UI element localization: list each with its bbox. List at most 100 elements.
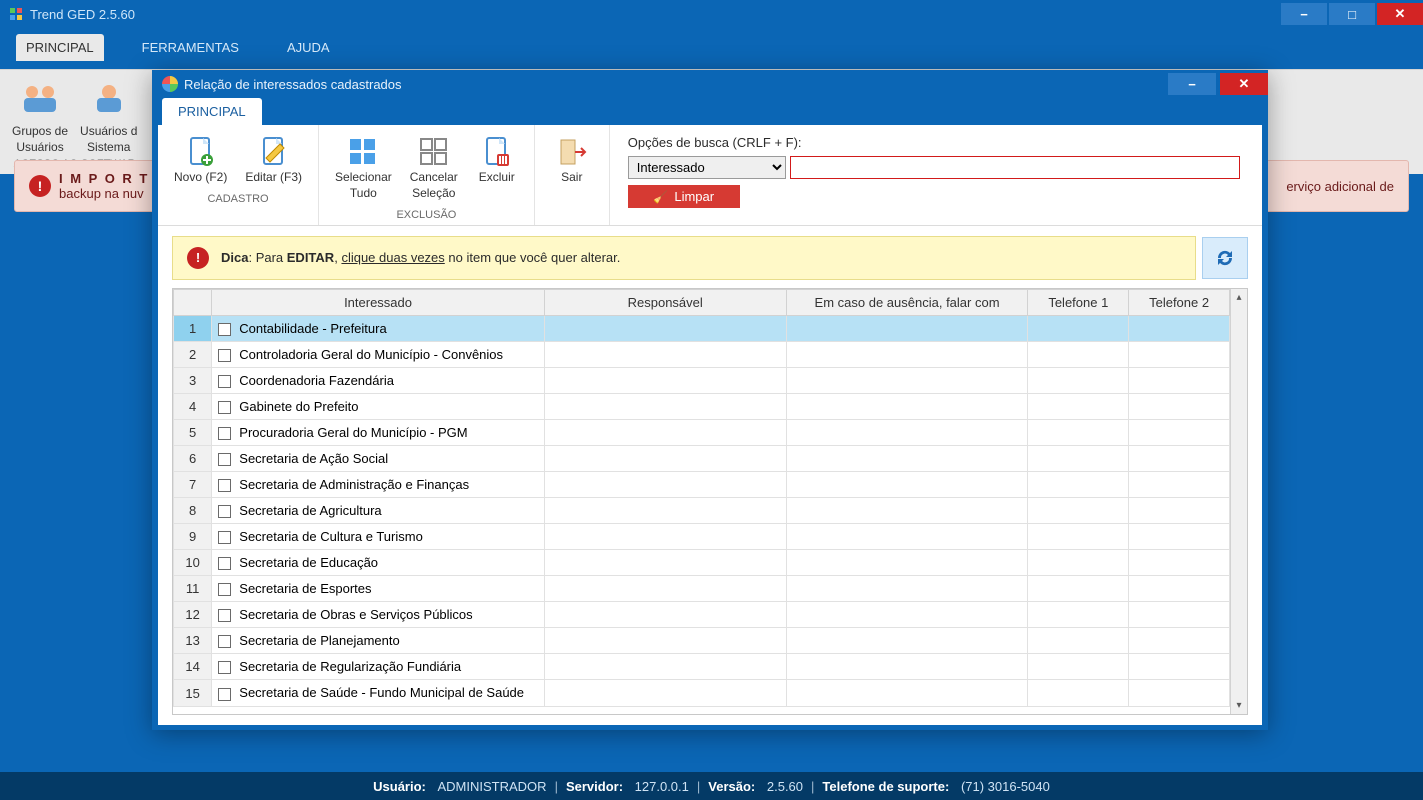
scroll-up-icon[interactable]: ▴ — [1231, 289, 1247, 306]
dialog-tab-principal[interactable]: PRINCIPAL — [162, 98, 262, 125]
row-checkbox[interactable] — [218, 583, 231, 596]
tab-ferramentas[interactable]: FERRAMENTAS — [132, 34, 249, 61]
ribbon-btn-usuarios-l2: Sistema — [80, 140, 137, 154]
dialog-minimize-button[interactable]: − — [1168, 73, 1216, 95]
search-field-select[interactable]: Interessado — [628, 156, 786, 179]
cell-telefone1 — [1028, 341, 1129, 367]
cell-ausencia — [786, 680, 1028, 706]
row-checkbox[interactable] — [218, 688, 231, 701]
cell-ausencia — [786, 367, 1028, 393]
exit-icon — [557, 135, 587, 169]
interessados-table[interactable]: Interessado Responsável Em caso de ausên… — [173, 289, 1230, 707]
novo-button[interactable]: Novo (F2) — [168, 133, 233, 187]
table-row[interactable]: 8Secretaria de Agricultura — [174, 498, 1230, 524]
cell-ausencia — [786, 576, 1028, 602]
cell-telefone1 — [1028, 419, 1129, 445]
cell-interessado: Secretaria de Cultura e Turismo — [212, 524, 545, 550]
col-interessado[interactable]: Interessado — [212, 289, 545, 315]
row-checkbox[interactable] — [218, 349, 231, 362]
cell-telefone1 — [1028, 471, 1129, 497]
ribbon-btn-grupos-l1: Grupos de — [12, 124, 68, 138]
tip-link[interactable]: clique duas vezes — [341, 250, 444, 265]
table-row[interactable]: 5Procuradoria Geral do Município - PGM — [174, 419, 1230, 445]
row-checkbox[interactable] — [218, 453, 231, 466]
cell-telefone1 — [1028, 576, 1129, 602]
main-maximize-button[interactable]: □ — [1329, 3, 1375, 25]
row-checkbox[interactable] — [218, 661, 231, 674]
cell-telefone2 — [1129, 367, 1230, 393]
cell-interessado: Contabilidade - Prefeitura — [212, 315, 545, 341]
broom-icon: 🧹 — [653, 190, 668, 204]
app-icon — [8, 6, 24, 22]
dialog-close-button[interactable]: ✕ — [1220, 73, 1268, 95]
cell-ausencia — [786, 524, 1028, 550]
table-row[interactable]: 7Secretaria de Administração e Finanças — [174, 471, 1230, 497]
col-responsavel[interactable]: Responsável — [544, 289, 786, 315]
search-input[interactable] — [790, 156, 1240, 179]
deselect-all-icon — [419, 135, 449, 169]
table-row[interactable]: 11Secretaria de Esportes — [174, 576, 1230, 602]
dialog-title: Relação de interessados cadastrados — [184, 77, 402, 92]
selecionar-tudo-button[interactable]: Selecionar Tudo — [329, 133, 398, 203]
col-telefone2[interactable]: Telefone 2 — [1129, 289, 1230, 315]
main-menubar: PRINCIPAL FERRAMENTAS AJUDA — [0, 28, 1423, 69]
table-row[interactable]: 12Secretaria de Obras e Serviços Público… — [174, 602, 1230, 628]
dialog-ribbon: Novo (F2) Editar (F3) CADASTRO — [158, 125, 1262, 226]
refresh-button[interactable] — [1202, 237, 1248, 279]
row-checkbox[interactable] — [218, 557, 231, 570]
excluir-button[interactable]: Excluir — [470, 133, 524, 203]
table-row[interactable]: 15Secretaria de Saúde - Fundo Municipal … — [174, 680, 1230, 706]
row-checkbox[interactable] — [218, 531, 231, 544]
tip-banner: ! Dica: Para EDITAR, clique duas vezes n… — [172, 236, 1196, 280]
cell-responsavel — [544, 498, 786, 524]
editar-button[interactable]: Editar (F3) — [239, 133, 308, 187]
table-row[interactable]: 1Contabilidade - Prefeitura — [174, 315, 1230, 341]
group-exclusao: EXCLUSÃO — [329, 209, 524, 221]
row-checkbox[interactable] — [218, 635, 231, 648]
table-row[interactable]: 4Gabinete do Prefeito — [174, 393, 1230, 419]
cell-interessado: Secretaria de Administração e Finanças — [212, 471, 545, 497]
row-checkbox[interactable] — [218, 375, 231, 388]
users-icon[interactable] — [80, 74, 137, 122]
main-minimize-button[interactable]: − — [1281, 3, 1327, 25]
sair-button[interactable]: Sair — [545, 133, 599, 187]
table-row[interactable]: 2Controladoria Geral do Município - Conv… — [174, 341, 1230, 367]
grid-scrollbar[interactable]: ▴ ▾ — [1230, 289, 1247, 714]
cell-responsavel — [544, 315, 786, 341]
table-row[interactable]: 9Secretaria de Cultura e Turismo — [174, 524, 1230, 550]
row-checkbox[interactable] — [218, 401, 231, 414]
cell-ausencia — [786, 498, 1028, 524]
table-row[interactable]: 10Secretaria de Educação — [174, 550, 1230, 576]
row-number: 4 — [174, 393, 212, 419]
col-telefone1[interactable]: Telefone 1 — [1028, 289, 1129, 315]
col-rownum[interactable] — [174, 289, 212, 315]
scroll-down-icon[interactable]: ▾ — [1231, 697, 1247, 714]
cell-responsavel — [544, 471, 786, 497]
limpar-button[interactable]: 🧹 Limpar — [628, 185, 740, 208]
table-row[interactable]: 13Secretaria de Planejamento — [174, 628, 1230, 654]
document-edit-icon — [260, 135, 288, 169]
users-group-icon[interactable] — [12, 74, 68, 122]
cell-telefone2 — [1129, 524, 1230, 550]
cell-responsavel — [544, 524, 786, 550]
select-all-icon — [348, 135, 378, 169]
tab-principal[interactable]: PRINCIPAL — [16, 34, 104, 61]
cancelar-selecao-button[interactable]: Cancelar Seleção — [404, 133, 464, 203]
row-number: 11 — [174, 576, 212, 602]
row-checkbox[interactable] — [218, 427, 231, 440]
tab-ajuda[interactable]: AJUDA — [277, 34, 340, 61]
table-row[interactable]: 6Secretaria de Ação Social — [174, 445, 1230, 471]
table-row[interactable]: 3Coordenadoria Fazendária — [174, 367, 1230, 393]
cell-interessado: Procuradoria Geral do Município - PGM — [212, 419, 545, 445]
row-checkbox[interactable] — [218, 609, 231, 622]
col-ausencia[interactable]: Em caso de ausência, falar com — [786, 289, 1028, 315]
main-close-button[interactable]: ✕ — [1377, 3, 1423, 25]
row-checkbox[interactable] — [218, 505, 231, 518]
cell-telefone2 — [1129, 341, 1230, 367]
cell-telefone1 — [1028, 445, 1129, 471]
cell-telefone1 — [1028, 315, 1129, 341]
table-row[interactable]: 14Secretaria de Regularização Fundiária — [174, 654, 1230, 680]
row-checkbox[interactable] — [218, 479, 231, 492]
row-checkbox[interactable] — [218, 323, 231, 336]
cell-interessado: Secretaria de Ação Social — [212, 445, 545, 471]
